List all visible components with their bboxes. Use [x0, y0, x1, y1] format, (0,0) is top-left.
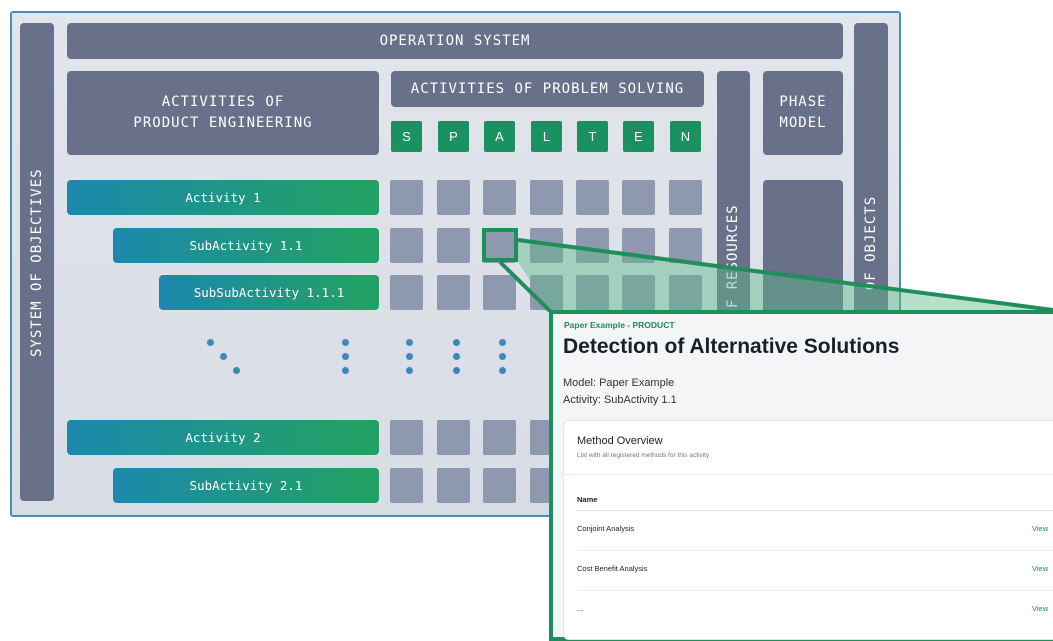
table-row: Cost Benefit Analysis View: [577, 551, 1053, 591]
view-link[interactable]: View: [1032, 604, 1048, 613]
matrix-cell[interactable]: [483, 420, 516, 455]
ellipsis-dot: [406, 339, 413, 346]
ellipsis-dot: [406, 353, 413, 360]
subsubactivity-1-1-1[interactable]: SubSubActivity 1.1.1: [159, 275, 379, 310]
matrix-cell[interactable]: [576, 180, 609, 215]
card-title: Method Overview: [577, 435, 663, 447]
column-header-name: Name: [577, 495, 598, 504]
ellipsis-dot: [342, 353, 349, 360]
problem-solving-box: ACTIVITIES OF PROBLEM SOLVING: [391, 71, 704, 107]
method-name: Cost Benefit Analysis: [577, 564, 648, 573]
method-detail-panel: Paper Example - PRODUCT Detection of Alt…: [549, 310, 1053, 641]
spalten-t: T: [577, 121, 608, 152]
matrix-cell[interactable]: [622, 275, 655, 310]
ellipsis-dot: [499, 367, 506, 374]
ellipsis-dot: [499, 353, 506, 360]
method-name: ...: [577, 604, 584, 613]
matrix-cell[interactable]: [390, 275, 423, 310]
matrix-cell[interactable]: [390, 228, 423, 263]
ellipsis-dot: [453, 367, 460, 374]
ellipsis-dot: [453, 353, 460, 360]
activity-label: Activity: SubActivity 1.1: [563, 394, 677, 406]
resources-label: OF RESOURCES: [725, 204, 741, 318]
card-subtitle: List with all registered methods for thi…: [577, 452, 710, 459]
matrix-cell[interactable]: [530, 275, 563, 310]
matrix-cell[interactable]: [530, 180, 563, 215]
model-label: Model: Paper Example: [563, 377, 675, 389]
spalten-e: E: [623, 121, 654, 152]
selected-cell-highlight: [482, 228, 518, 262]
activity-1[interactable]: Activity 1: [67, 180, 379, 215]
matrix-cell[interactable]: [669, 180, 702, 215]
view-link[interactable]: View: [1032, 564, 1048, 573]
ellipsis-dot: [453, 339, 460, 346]
matrix-cell[interactable]: [530, 228, 563, 263]
method-name: Conjoint Analysis: [577, 524, 635, 533]
matrix-cell[interactable]: [483, 180, 516, 215]
matrix-cell[interactable]: [437, 275, 470, 310]
spalten-p: P: [438, 121, 469, 152]
matrix-cell[interactable]: [669, 228, 702, 263]
matrix-cell[interactable]: [576, 228, 609, 263]
matrix-cell[interactable]: [483, 275, 516, 310]
subactivity-1-1[interactable]: SubActivity 1.1: [113, 228, 379, 263]
breadcrumb[interactable]: Paper Example - PRODUCT: [564, 320, 675, 330]
ellipsis-dot: [233, 367, 240, 374]
ellipsis-dot: [207, 339, 214, 346]
ellipsis-dot: [220, 353, 227, 360]
table-row: ... View: [577, 591, 1053, 630]
objects-label: OF OBJECTS: [863, 195, 879, 291]
matrix-cell[interactable]: [390, 420, 423, 455]
table-row: Conjoint Analysis View: [577, 511, 1053, 551]
subactivity-2-1[interactable]: SubActivity 2.1: [113, 468, 379, 503]
ellipsis-dot: [406, 367, 413, 374]
matrix-cell[interactable]: [390, 468, 423, 503]
matrix-cell[interactable]: [622, 180, 655, 215]
matrix-cell[interactable]: [437, 468, 470, 503]
product-engineering-box: ACTIVITIES OF PRODUCT ENGINEERING: [67, 71, 379, 155]
page-title: Detection of Alternative Solutions: [563, 335, 900, 358]
operation-system-bar: OPERATION SYSTEM: [67, 23, 843, 59]
matrix-cell[interactable]: [437, 228, 470, 263]
spalten-s: S: [391, 121, 422, 152]
ellipsis-dot: [342, 367, 349, 374]
method-overview-card: Method Overview List with all registered…: [563, 420, 1053, 640]
ellipsis-dot: [342, 339, 349, 346]
activity-2[interactable]: Activity 2: [67, 420, 379, 455]
matrix-cell[interactable]: [669, 275, 702, 310]
matrix-cell[interactable]: [437, 180, 470, 215]
phase-model-box: PHASE MODEL: [763, 71, 843, 155]
matrix-cell[interactable]: [483, 468, 516, 503]
matrix-cell[interactable]: [622, 228, 655, 263]
card-divider: [564, 474, 1053, 475]
ellipsis-dot: [499, 339, 506, 346]
spalten-a: A: [484, 121, 515, 152]
view-link[interactable]: View: [1032, 524, 1048, 533]
matrix-cell[interactable]: [390, 180, 423, 215]
spalten-l: L: [531, 121, 562, 152]
matrix-cell[interactable]: [576, 275, 609, 310]
matrix-cell[interactable]: [437, 420, 470, 455]
spalten-n: N: [670, 121, 701, 152]
system-of-objectives-label: SYSTEM OF OBJECTIVES: [29, 168, 45, 357]
